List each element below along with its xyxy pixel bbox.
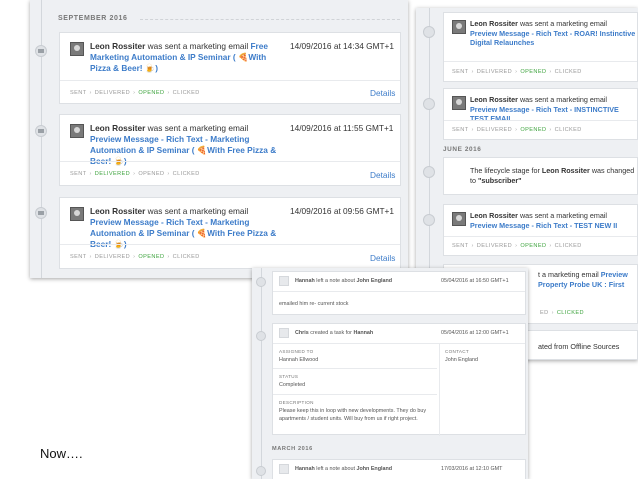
task-icon: [256, 331, 266, 341]
activity-card: Leon Rossiter was sent a marketing email…: [443, 204, 638, 256]
divider: [444, 236, 637, 237]
details-link[interactable]: Details: [370, 88, 395, 98]
description-value: Please keep this in loop with new develo…: [279, 408, 427, 422]
note-icon: [256, 466, 266, 476]
email-status-steps: SENT › DELIVERED › OPENED › CLICKED: [70, 171, 200, 177]
divider: [60, 161, 400, 162]
activity-message-partial: t a marketing email Preview Property Prob…: [538, 270, 628, 289]
note-header: Hannah left a note about John England: [295, 278, 393, 284]
note-card: Hannah left a note about John England 05…: [272, 271, 526, 315]
offline-source-message: ated from Offline Sources: [538, 342, 620, 351]
divider: [273, 394, 437, 395]
note-card: Hannah left a note about John England 17…: [272, 459, 526, 479]
month-header: SEPTEMBER 2016: [58, 15, 128, 22]
contact-value[interactable]: John England: [445, 357, 478, 365]
month-header: JUNE 2016: [443, 146, 482, 153]
avatar: [70, 207, 84, 221]
divider: [444, 61, 637, 62]
month-divider: [140, 19, 400, 21]
activity-card: Leon Rossiter was sent a marketing email…: [59, 32, 401, 104]
divider: [444, 120, 637, 121]
description-label: DESCRIPTION: [279, 400, 314, 405]
note-header: Hannah left a note about John England: [295, 466, 393, 472]
timeline-rail: [261, 268, 262, 479]
activity-message: Leon Rossiter was sent a marketing email…: [470, 211, 618, 230]
status-value: Completed: [279, 382, 306, 388]
contact-label: CONTACT: [445, 349, 469, 354]
contact-name[interactable]: Leon Rossiter: [90, 41, 145, 51]
avatar: [70, 42, 84, 56]
task-header: Chris created a task for Hannah: [295, 330, 374, 336]
activity-message: Leon Rossiter was sent a marketing email…: [470, 19, 636, 48]
divider: [273, 368, 437, 369]
left-timeline-panel: SEPTEMBER 2016 Leon Rossiter was sent a …: [30, 0, 408, 278]
email-status-steps: SENT › DELIVERED › OPENED › CLICKED: [70, 90, 200, 96]
email-status-steps: SENT › DELIVERED › OPENED › CLICKED: [452, 243, 582, 249]
email-status-steps: SENT › DELIVERED › OPENED › CLICKED: [452, 69, 582, 75]
timestamp: 14/09/2016 at 14:34 GMT+1: [290, 41, 395, 51]
email-icon: [35, 207, 47, 219]
avatar: [279, 276, 289, 286]
email-status-steps: ED › CLICKED: [540, 310, 584, 316]
activity-card: Leon Rossiter was sent a marketing email…: [443, 12, 638, 82]
timestamp: 14/09/2016 at 11:55 GMT+1: [290, 123, 394, 133]
lifecycle-card: The lifecycle stage for Leon Rossiter wa…: [443, 157, 638, 195]
slide-caption: Now….: [40, 446, 83, 461]
task-card: Chris created a task for Hannah 05/04/20…: [272, 323, 526, 436]
timestamp: 05/04/2016 at 12:00 GMT+1: [441, 330, 509, 336]
email-link[interactable]: Preview Message - Rich Text - ROAR! Inst…: [470, 29, 635, 48]
email-icon: [35, 125, 47, 137]
lifecycle-message: The lifecycle stage for Leon Rossiter wa…: [470, 166, 635, 185]
divider: [60, 80, 400, 81]
activity-card: Leon Rossiter was sent a marketing email…: [443, 88, 638, 140]
details-link[interactable]: Details: [370, 253, 395, 263]
activity-message: Leon Rossiter was sent a marketing email…: [90, 41, 269, 73]
status-label: STATUS: [279, 374, 299, 379]
contact-name[interactable]: Leon Rossiter: [90, 123, 145, 133]
avatar: [279, 328, 289, 338]
timestamp: 14/09/2016 at 09:56 GMT+1: [290, 206, 395, 216]
avatar: [452, 96, 466, 110]
timestamp: 17/03/2016 at 12:10 GMT: [441, 466, 503, 472]
activity-card: Leon Rossiter was sent a marketing email…: [59, 197, 401, 269]
contact-name[interactable]: Leon Rossiter: [90, 206, 145, 216]
avatar: [452, 20, 466, 34]
email-status-steps: SENT › DELIVERED › OPENED › CLICKED: [70, 254, 200, 260]
contact-name[interactable]: Leon Rossiter: [470, 19, 518, 28]
assigned-to-value: Hannah Ellwood: [279, 357, 319, 363]
divider: [273, 291, 525, 292]
details-link[interactable]: Details: [370, 170, 395, 180]
column-divider: [439, 343, 440, 436]
avatar: [279, 464, 289, 474]
avatar: [452, 212, 466, 226]
activity-card: Leon Rossiter was sent a marketing email…: [59, 114, 401, 186]
assigned-to-label: ASSIGNED TO: [279, 349, 314, 354]
divider: [273, 343, 525, 344]
notes-timeline-panel: Hannah left a note about John England 05…: [252, 268, 528, 479]
avatar: [70, 124, 84, 138]
person-icon: [423, 166, 435, 178]
email-status-steps: SENT › DELIVERED › OPENED › CLICKED: [452, 127, 582, 133]
note-icon: [256, 277, 266, 287]
timeline-rail: [41, 0, 42, 278]
note-body: emailed him re- current stock: [279, 301, 349, 307]
email-icon: [423, 26, 435, 38]
email-icon: [423, 98, 435, 110]
month-header: MARCH 2016: [272, 446, 313, 452]
email-icon: [423, 214, 435, 226]
contact-name[interactable]: Leon Rossiter: [470, 211, 518, 220]
email-icon: [35, 45, 47, 57]
email-link[interactable]: Preview Message - Rich Text - TEST NEW I…: [470, 221, 617, 230]
divider: [60, 244, 400, 245]
contact-name[interactable]: Leon Rossiter: [470, 95, 518, 104]
timestamp: 05/04/2016 at 16:50 GMT+1: [441, 278, 509, 284]
